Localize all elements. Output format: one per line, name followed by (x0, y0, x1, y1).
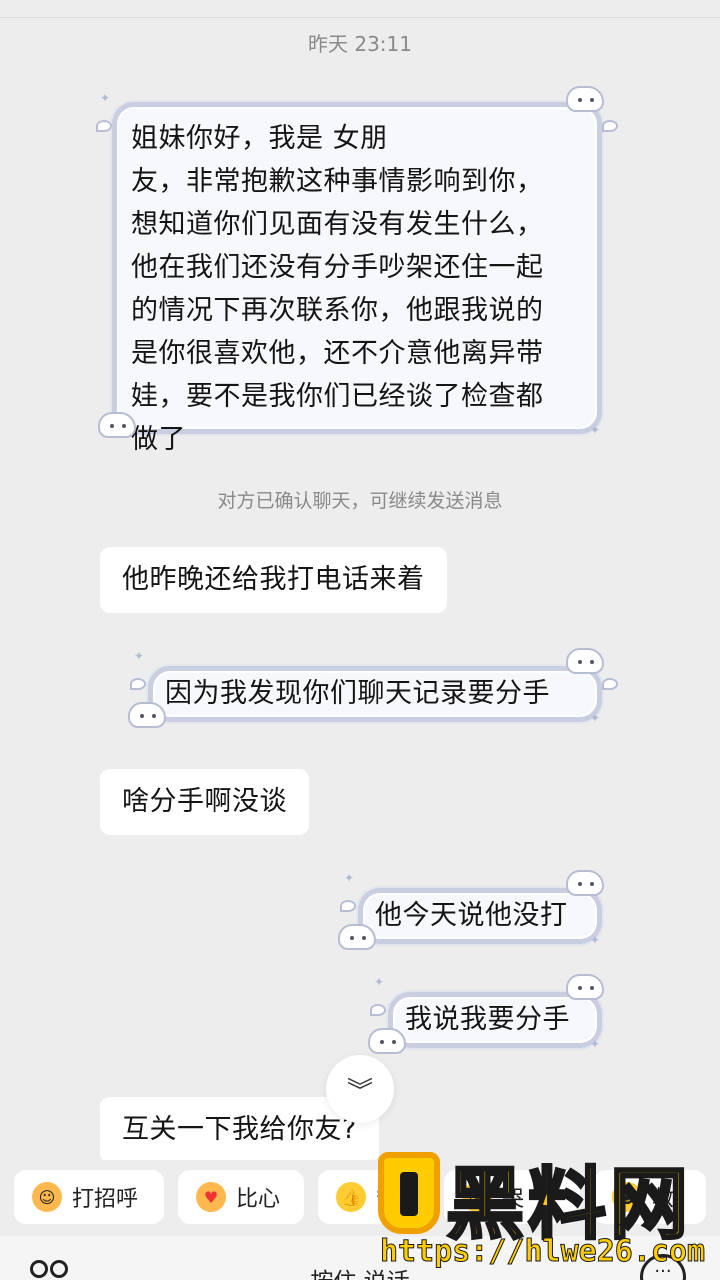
sent-message-bubble[interactable]: 我说我要分手 (388, 992, 602, 1048)
message-line: 想知道你们见面有没有发生什么， (131, 209, 544, 240)
cloud-sticker-icon (368, 1028, 406, 1054)
star-decoration-icon: ✦ (590, 423, 601, 437)
thumbs-up-icon: 👍 (336, 1182, 366, 1212)
cloud-sticker-icon (566, 648, 604, 674)
star-decoration-icon: ✦ (590, 711, 601, 725)
received-message-bubble[interactable]: 他昨晚还给我打电话来着 (100, 547, 447, 613)
quick-reply-hello[interactable]: ☺ 打招呼 (14, 1170, 164, 1224)
star-decoration-icon: ✦ (374, 975, 385, 989)
cloud-sticker-icon (566, 86, 604, 112)
cloud-sticker-icon (566, 974, 604, 1000)
quick-reply-heart[interactable]: ♥ 比心 (178, 1170, 304, 1224)
leaf-decoration-icon (370, 1004, 386, 1016)
cloud-sticker-icon (98, 412, 136, 438)
star-decoration-icon: ✦ (100, 91, 111, 105)
message-line: 姐妹你好，我是 女朋 (131, 123, 388, 154)
watermark-logo (378, 1152, 440, 1234)
scroll-to-bottom-button[interactable]: ︾ (326, 1055, 394, 1123)
message-line: 做了 (131, 424, 186, 455)
star-decoration-icon: ✦ (590, 1037, 601, 1051)
leaf-decoration-icon (602, 678, 618, 690)
watermark-url: https://hlwe26.com (379, 1234, 706, 1270)
system-notice: 对方已确认聊天，可继续发送消息 (217, 490, 503, 512)
smile-face-icon: ☺ (32, 1182, 62, 1212)
top-divider (0, 0, 720, 18)
chevron-double-down-icon: ︾ (346, 1076, 373, 1107)
cloud-sticker-icon (128, 702, 166, 728)
message-text: 因为我发现你们聊天记录要分手 (165, 678, 550, 709)
sent-message-bubble[interactable]: 他今天说他没打 (358, 888, 602, 944)
quick-reply-label: 比心 (236, 1187, 281, 1212)
cloud-sticker-icon (566, 870, 604, 896)
sent-message-bubble[interactable]: 因为我发现你们聊天记录要分手 (148, 666, 602, 722)
message-line: 友，非常抱歉这种事情影响到你， (131, 166, 544, 197)
message-text: 他今天说他没打 (375, 900, 568, 931)
quick-reply-label: 打招呼 (72, 1187, 139, 1212)
leaf-decoration-icon (340, 900, 356, 912)
message-line: 娃，要不是我你们已经谈了检查都 (131, 381, 544, 412)
leaf-decoration-icon (602, 120, 618, 132)
received-message-bubble[interactable]: 啥分手啊没谈 (100, 769, 309, 835)
star-decoration-icon: ✦ (134, 649, 145, 663)
message-line: 的情况下再次联系你，他跟我说的 (131, 295, 544, 326)
message-line: 是你很喜欢他，还不介意他离异带 (131, 338, 544, 369)
message-line: 他在我们还没有分手吵架还住一起 (131, 252, 544, 283)
cloud-sticker-icon (338, 924, 376, 950)
message-timestamp: 昨天 23:11 (308, 32, 412, 56)
message-text: 我说我要分手 (405, 1004, 570, 1035)
leaf-decoration-icon (130, 678, 146, 690)
star-decoration-icon: ✦ (590, 933, 601, 947)
leaf-decoration-icon (96, 120, 112, 132)
heart-gesture-icon: ♥ (196, 1182, 226, 1212)
star-decoration-icon: ✦ (344, 871, 355, 885)
sent-message-bubble[interactable]: 姐妹你好，我是 女朋 友，非常抱歉这种事情影响到你， 想知道你们见面有没有发生什… (112, 102, 602, 455)
